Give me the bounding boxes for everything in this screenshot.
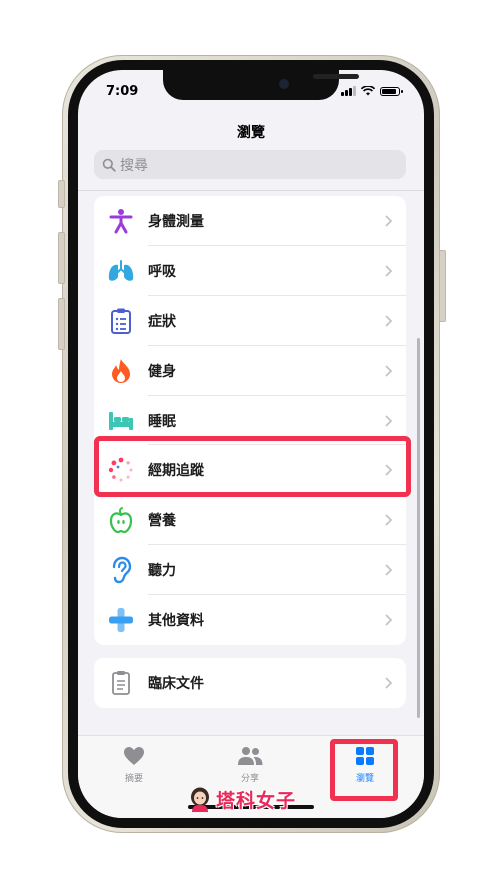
volume-up-button: [58, 232, 65, 284]
category-label: 症狀: [148, 313, 176, 330]
category-other-data[interactable]: 其他資料: [94, 595, 406, 645]
highlight-browse-tab: [330, 739, 398, 801]
category-nutrition[interactable]: 營養: [94, 495, 406, 546]
notch: [163, 70, 359, 100]
chevron-right-icon: [385, 414, 392, 427]
chevron-right-icon: [385, 265, 392, 277]
category-label: 身體測量: [148, 213, 204, 230]
chevron-right-icon: [385, 514, 392, 526]
tab-label: 摘要: [124, 774, 143, 784]
health-categories-list: 身體測量 呼吸 症狀 健身 睡眠 經期追蹤 營養 聽力 其他資料: [94, 196, 406, 646]
lungs-icon: [106, 256, 136, 286]
category-label: 臨床文件: [148, 676, 204, 692]
search-icon: [102, 158, 116, 172]
page-title: 瀏覽: [237, 125, 265, 141]
front-camera: [279, 79, 289, 89]
tab-sharing[interactable]: 分享: [220, 746, 280, 784]
health-records-list: 臨床文件: [94, 658, 406, 708]
category-label: 其他資料: [148, 613, 204, 630]
category-clinical-documents[interactable]: 臨床文件: [94, 658, 406, 708]
chevron-right-icon: [385, 315, 392, 327]
person-figure-icon: [106, 206, 136, 236]
category-label: 睡眠: [148, 413, 176, 430]
watermark: 塔科女子: [188, 786, 296, 813]
category-respiratory[interactable]: 呼吸: [94, 246, 406, 296]
chevron-right-icon: [385, 614, 392, 626]
category-label: 營養: [148, 513, 176, 530]
plus-cross-icon: [106, 605, 136, 635]
category-label: 呼吸: [148, 263, 176, 280]
tab-summary[interactable]: 摘要: [104, 746, 164, 784]
clipboard-icon: [106, 306, 136, 336]
power-button: [439, 250, 446, 322]
flame-icon: [106, 356, 136, 386]
watermark-text: 塔科女子: [216, 790, 297, 812]
people-icon: [238, 747, 263, 765]
scroll-indicator: [417, 338, 420, 718]
search-placeholder: 搜尋: [120, 157, 148, 174]
chevron-right-icon: [385, 364, 392, 377]
status-time: 7:09: [106, 84, 139, 99]
chevron-right-icon: [385, 677, 392, 689]
watermark-avatar-icon: [191, 787, 209, 812]
chevron-right-icon: [385, 564, 392, 576]
cellular-signal-icon: [341, 86, 356, 96]
category-hearing[interactable]: 聽力: [94, 545, 406, 596]
category-label: 聽力: [148, 563, 176, 580]
category-body-measurements[interactable]: 身體測量: [94, 196, 406, 246]
chevron-right-icon: [385, 215, 392, 227]
volume-down-button: [58, 298, 65, 350]
highlight-cycle-tracking: [94, 436, 411, 497]
silent-switch: [58, 180, 65, 208]
document-icon: [106, 668, 136, 698]
search-field[interactable]: 搜尋: [94, 150, 406, 179]
speaker-grille: [313, 74, 359, 79]
category-symptoms[interactable]: 症狀: [94, 296, 406, 346]
bed-icon: [106, 406, 136, 436]
tab-label: 分享: [240, 774, 259, 784]
category-label: 健身: [148, 363, 176, 380]
battery-icon: [380, 86, 403, 96]
header-divider: [78, 190, 424, 191]
status-icons: [341, 86, 403, 96]
wifi-icon: [361, 86, 375, 96]
category-activity[interactable]: 健身: [94, 346, 406, 396]
ear-icon: [106, 555, 136, 585]
apple-icon: [106, 505, 136, 535]
heart-icon: [124, 747, 144, 765]
